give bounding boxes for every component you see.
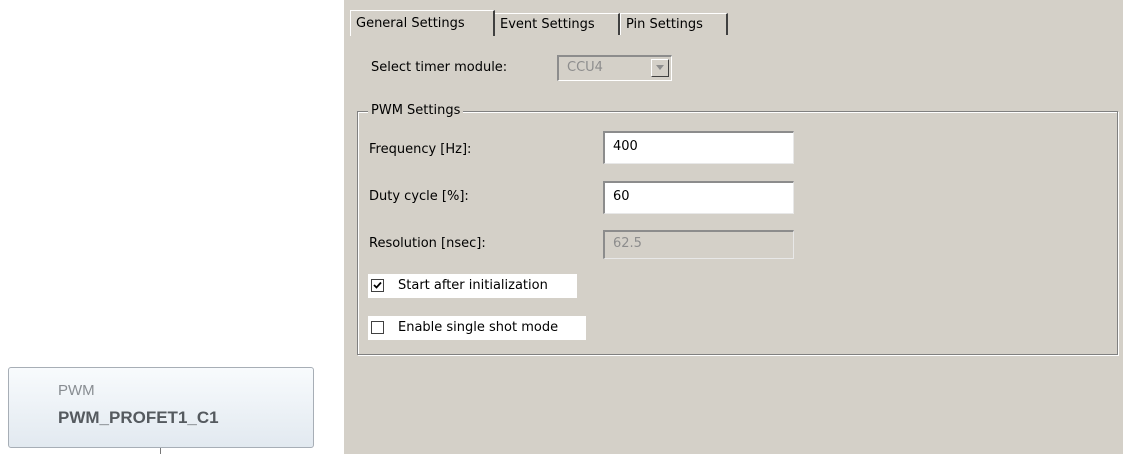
start-after-init-checkbox[interactable] [371, 279, 384, 292]
start-after-init-option[interactable]: Start after initialization [368, 274, 577, 298]
tab-event-settings[interactable]: Event Settings [494, 13, 620, 35]
resolution-input: 62.5 [603, 230, 794, 259]
frequency-label: Frequency [Hz]: [369, 142, 472, 157]
single-shot-label: Enable single shot mode [398, 320, 559, 335]
pwm-settings-title: PWM Settings [368, 103, 464, 118]
app-instance-name: PWM_PROFET1_C1 [58, 408, 219, 427]
resolution-label: Resolution [nsec]: [369, 236, 486, 251]
duty-cycle-input[interactable]: 60 [603, 181, 794, 214]
timer-module-dropdown-button[interactable] [651, 59, 669, 77]
timer-module-select[interactable]: CCU4 [557, 55, 672, 81]
tab-general-settings[interactable]: General Settings [350, 10, 495, 36]
tab-strip: General Settings Event Settings Pin Sett… [344, 10, 1123, 36]
duty-cycle-label: Duty cycle [%]: [369, 189, 469, 204]
start-after-init-label: Start after initialization [398, 278, 548, 293]
connector-line [160, 448, 161, 454]
app-block-pwm[interactable]: PWM PWM_PROFET1_C1 [8, 367, 314, 448]
tab-pin-settings[interactable]: Pin Settings [620, 13, 728, 35]
single-shot-option[interactable]: Enable single shot mode [368, 316, 586, 340]
app-type-label: PWM [58, 382, 95, 399]
frequency-input[interactable]: 400 [603, 131, 794, 164]
chevron-down-icon [656, 65, 664, 70]
single-shot-checkbox[interactable] [371, 321, 384, 334]
checkmark-icon [373, 281, 382, 289]
timer-module-value: CCU4 [567, 60, 603, 75]
timer-module-label: Select timer module: [371, 60, 508, 75]
